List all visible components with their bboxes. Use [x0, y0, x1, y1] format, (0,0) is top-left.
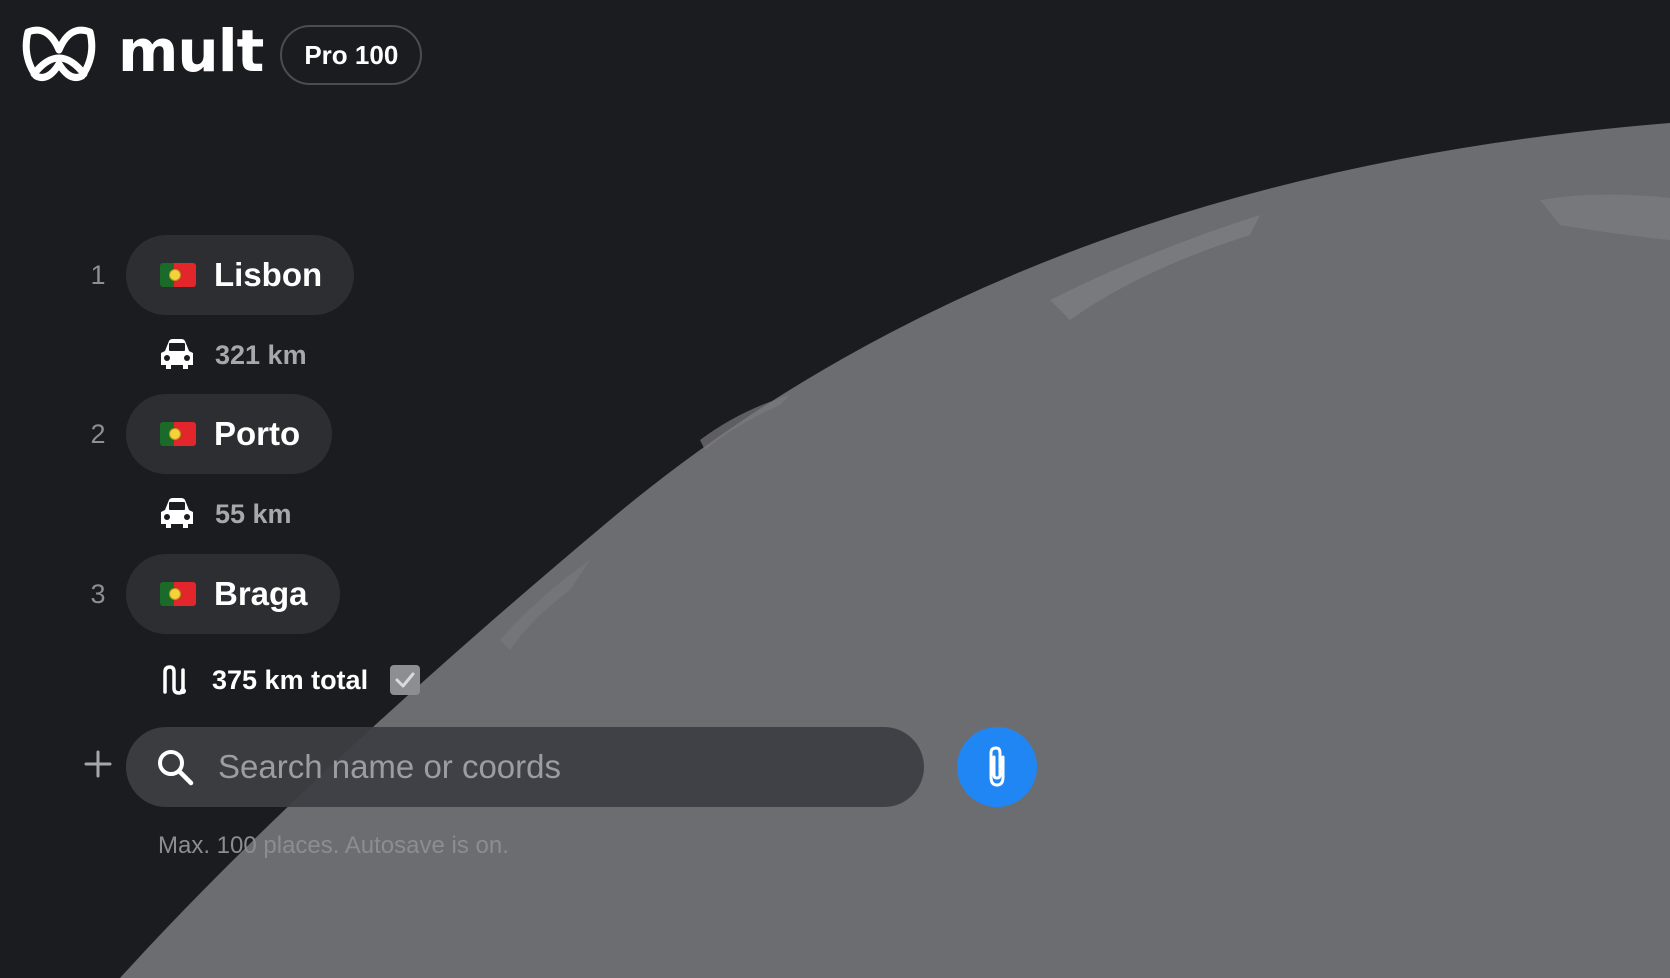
search-input[interactable]: [216, 747, 880, 787]
place-chip-braga[interactable]: Braga: [126, 554, 340, 634]
mult-logo-icon[interactable]: [20, 24, 98, 86]
route-total: 375 km total: [160, 660, 421, 700]
portugal-flag-icon: [160, 263, 196, 287]
route-stop: 3 Braga: [78, 554, 340, 634]
place-name: Lisbon: [214, 256, 323, 293]
portugal-flag-icon: [160, 582, 196, 606]
place-name: Braga: [214, 575, 308, 612]
stop-number: 3: [90, 578, 106, 609]
route-stop: 1 Lisbon: [78, 235, 355, 315]
place-name: Porto: [214, 415, 301, 452]
plan-badge[interactable]: Pro 100: [280, 25, 423, 85]
leg-distance: 321 km: [157, 335, 307, 375]
app-header: mult Pro 100: [20, 17, 423, 88]
attach-button[interactable]: [957, 727, 1037, 807]
stop-number: 1: [90, 259, 106, 290]
plus-icon: [84, 750, 112, 778]
car-icon: [161, 498, 193, 528]
brand-name: mult: [118, 17, 264, 85]
leg-distance: 55 km: [157, 494, 292, 534]
distance-label: 55 km: [215, 498, 292, 529]
search-bar[interactable]: [126, 727, 924, 807]
total-distance: 375 km total: [212, 664, 369, 695]
route-icon: [163, 665, 186, 695]
add-place-button[interactable]: [80, 746, 116, 782]
route-stop: 2 Porto: [78, 394, 333, 474]
portugal-flag-icon: [160, 422, 196, 446]
check-icon: [395, 672, 415, 688]
car-icon: [161, 339, 193, 369]
place-chip-lisbon[interactable]: Lisbon: [126, 235, 355, 315]
place-chip-porto[interactable]: Porto: [126, 394, 333, 474]
total-checkbox[interactable]: [390, 665, 421, 695]
footer-note: Max. 100 places. Autosave is on.: [158, 832, 509, 859]
stop-number: 2: [90, 418, 106, 449]
search-icon: [158, 750, 194, 786]
paperclip-icon: [989, 746, 1005, 787]
distance-label: 321 km: [215, 339, 307, 370]
